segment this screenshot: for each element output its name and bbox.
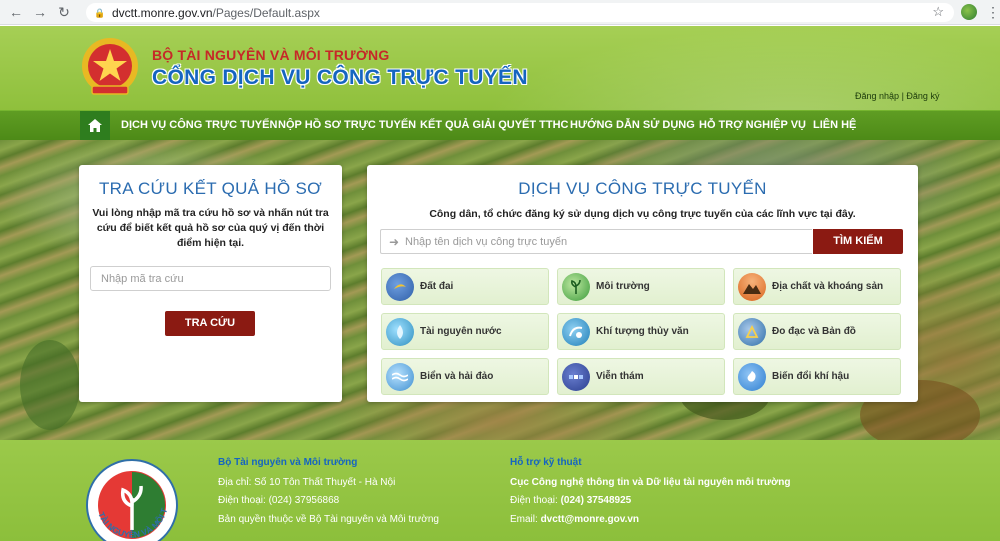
service-tile-label: Khí tượng thủy văn [596,326,689,337]
nav-results[interactable]: KẾT QUẢ GIẢI QUYẾT TTHC [420,111,569,140]
bookmark-star-icon[interactable]: ☆ [932,4,944,20]
footer-copyright: Bản quyền thuộc về Bộ Tài nguyên và Môi … [218,514,439,525]
portal-title: CỔNG DỊCH VỤ CÔNG TRỰC TUYẾN [152,66,528,89]
footer-support-email: Email: dvctt@monre.gov.vn [510,514,639,525]
footer-support-phone: Điện thoại: (024) 37548925 [510,495,631,506]
nav-support[interactable]: HỖ TRỢ NGHIỆP VỤ [699,111,806,140]
support-phone-number: (024) 37548925 [560,495,632,506]
service-tile-water[interactable]: Tài nguyên nước [381,313,549,350]
lookup-title: TRA CỨU KẾT QUẢ HỒ SƠ [98,179,323,198]
auth-links: Đăng nhập | Đăng ký [855,91,939,101]
footer-right-title: Hỗ trợ kỹ thuật [510,457,582,468]
service-tile-meteorology[interactable]: Khí tượng thủy văn [557,313,725,350]
login-link[interactable]: Đăng nhập [855,91,899,101]
url-host: dvctt.monre.gov.vn [112,5,213,20]
ministry-logo-icon: TÀI NGUYÊN VÀ MÔI TRƯỜNG [85,458,178,541]
footer-phone: Điện thoại: (024) 37956868 [218,495,340,506]
service-tile-label: Đất đai [420,281,454,292]
browser-toolbar: ← → ↻ 🔒 dvctt.monre.gov.vn/Pages/Default… [0,0,1000,25]
menu-kebab-icon[interactable]: ⋮ [986,3,1000,21]
service-tile-label: Đo đạc và Bản đồ [772,326,856,337]
service-tile-label: Biến đổi khí hậu [772,371,850,382]
forward-icon[interactable]: → [28,0,52,24]
lock-icon: 🔒 [94,7,106,18]
service-tile-geology[interactable]: Địa chất và khoáng sản [733,268,901,305]
support-email-link[interactable]: dvctt@monre.gov.vn [541,514,639,525]
footer-left-title: Bộ Tài nguyên và Môi trường [218,457,358,468]
register-link[interactable]: Đăng ký [906,91,939,101]
lookup-code-input[interactable] [90,266,331,291]
address-bar[interactable]: 🔒 dvctt.monre.gov.vn/Pages/Default.aspx … [86,3,954,22]
phone-label: Điện thoại: [510,495,558,506]
lookup-description: Vui lòng nhập mã tra cứu hồ sơ và nhấn n… [92,207,329,249]
water-icon [386,317,414,346]
ministry-name: BỘ TÀI NGUYÊN VÀ MÔI TRƯỜNG [152,47,390,63]
services-title: DỊCH VỤ CÔNG TRỰC TUYẾN [518,179,767,198]
services-description: Công dân, tổ chức đăng ký sử dụng dịch v… [429,208,856,220]
nav-online-services[interactable]: DỊCH VỤ CÔNG TRỰC TUYẾN [121,111,277,140]
remote-sensing-icon [562,362,590,391]
meteorology-icon [562,317,590,346]
site-header: BỘ TÀI NGUYÊN VÀ MÔI TRƯỜNG CỔNG DỊCH VỤ… [0,26,1000,110]
search-button[interactable]: TÌM KIẾM [813,229,903,254]
service-tile-label: Môi trường [596,281,650,292]
service-tile-label: Viễn thám [596,371,644,382]
national-emblem-icon [82,38,138,95]
service-tile-label: Địa chất và khoáng sản [772,281,884,292]
home-icon [88,119,102,132]
service-tile-sea[interactable]: Biển và hải đảo [381,358,549,395]
site-footer: TÀI NGUYÊN VÀ MÔI TRƯỜNG Bộ Tài nguyên v… [0,440,1000,541]
profile-avatar-icon[interactable] [961,4,977,20]
service-search-box: ➜ [380,229,812,254]
arrow-right-icon: ➜ [389,235,400,249]
service-tile-environment[interactable]: Môi trường [557,268,725,305]
service-tile-label: Tài nguyên nước [420,326,502,337]
hero-foliage [20,340,80,430]
land-icon [386,272,414,301]
main-nav: DỊCH VỤ CÔNG TRỰC TUYẾN NỘP HỒ SƠ TRỰC T… [0,110,1000,140]
environment-icon [562,272,590,301]
climate-change-icon [738,362,766,391]
service-search-input[interactable] [405,232,805,251]
services-card: DỊCH VỤ CÔNG TRỰC TUYẾN Công dân, tổ chứ… [367,165,918,402]
survey-map-icon [738,317,766,346]
geology-icon [738,272,766,301]
nav-contact[interactable]: LIÊN HỆ [813,111,856,140]
nav-user-guide[interactable]: HƯỚNG DẪN SỬ DỤNG [570,111,695,140]
footer-support-org: Cục Công nghệ thông tin và Dữ liệu tài n… [510,477,791,488]
service-tile-land[interactable]: Đất đai [381,268,549,305]
footer-address: Địa chỉ: Số 10 Tôn Thất Thuyết - Hà Nội [218,477,396,488]
service-tile-label: Biển và hải đảo [420,371,494,382]
sea-island-icon [386,362,414,391]
auth-separator: | [901,91,904,101]
lookup-card: TRA CỨU KẾT QUẢ HỒ SƠ Vui lòng nhập mã t… [79,165,342,402]
service-tile-remote-sensing[interactable]: Viễn thám [557,358,725,395]
email-label: Email: [510,514,538,525]
reload-icon[interactable]: ↻ [52,0,76,24]
service-tile-survey[interactable]: Đo đạc và Bản đồ [733,313,901,350]
home-button[interactable] [80,111,110,140]
nav-submit-online[interactable]: NỘP HỒ SƠ TRỰC TUYẾN [278,111,416,140]
url-path: /Pages/Default.aspx [212,5,320,20]
lookup-button[interactable]: TRA CỨU [165,311,255,336]
back-icon[interactable]: ← [4,0,28,24]
service-tile-climate[interactable]: Biến đổi khí hậu [733,358,901,395]
